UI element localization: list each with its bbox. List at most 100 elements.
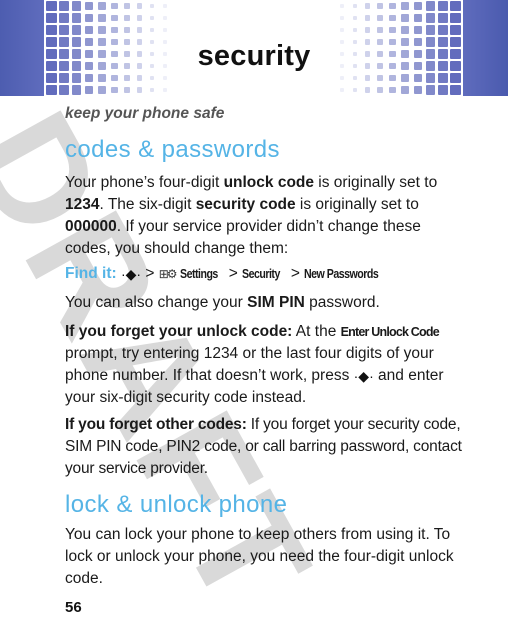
banner-pattern-square [425, 85, 436, 95]
banner-pattern-square [162, 4, 167, 8]
page-header-banner: security [0, 0, 508, 96]
banner-pattern-square [352, 3, 358, 9]
banner-pattern-square [389, 2, 397, 10]
banner-pattern-square [377, 74, 384, 82]
banner-pattern-square [438, 73, 448, 83]
banner-pattern-square [340, 76, 345, 80]
banner-pattern-square [413, 85, 423, 95]
banner-pattern-square [71, 25, 82, 35]
banner-pattern-square [71, 1, 82, 11]
banner-pattern-square [438, 1, 448, 11]
prompt-enter-unlock-code: Enter Unlock Code [340, 325, 440, 339]
banner-pattern-square [438, 85, 448, 95]
banner-pattern-square [136, 27, 143, 33]
banner-pattern-square [377, 86, 384, 94]
menu-path-security: Security [242, 267, 280, 281]
banner-pattern-square [377, 26, 384, 34]
banner-pattern-square [377, 14, 384, 22]
menu-path-settings: Settings [179, 267, 218, 281]
banner-pattern-square [71, 13, 82, 23]
banner-pattern-square [340, 28, 345, 32]
banner-pattern-square [401, 26, 410, 34]
text: Your phone’s four-digit [65, 174, 224, 191]
banner-pattern-square [425, 13, 436, 23]
banner-pattern-square [352, 87, 358, 93]
banner-pattern-square [340, 4, 345, 8]
banner-pattern-square [340, 88, 345, 92]
banner-pattern-square [71, 73, 82, 83]
banner-pattern-square [340, 16, 345, 20]
text: is originally set to [314, 174, 438, 191]
text: At the [292, 323, 341, 340]
value-unlock-default: 1234 [65, 196, 100, 213]
text: is originally set to [295, 196, 419, 213]
banner-pattern-square [84, 25, 94, 35]
text: . If your service provider didn’t change… [65, 218, 421, 257]
banner-pattern-square [364, 27, 371, 33]
term-security-code: security code [195, 196, 296, 213]
banner-pattern-square [46, 24, 57, 36]
banner-pattern-square [364, 87, 371, 93]
banner-pattern-square [364, 15, 371, 21]
banner-pattern-square [425, 73, 436, 83]
banner-pattern-square [162, 88, 167, 92]
banner-pattern-square [389, 14, 397, 22]
banner-pattern-square [110, 74, 118, 82]
text: password. [304, 294, 380, 311]
banner-pattern-square [413, 25, 423, 35]
banner-pattern-square [450, 84, 461, 96]
banner-pattern-square [401, 2, 410, 10]
banner-pattern-square [136, 15, 143, 21]
banner-pattern-square [123, 26, 130, 34]
banner-pattern-square [136, 87, 143, 93]
banner-pattern-square [450, 24, 461, 36]
banner-pattern-square [110, 14, 118, 22]
banner-pattern-square [377, 2, 384, 10]
page-number: 56 [65, 599, 82, 616]
text: You can also change your [65, 294, 248, 311]
banner-pattern-square [46, 12, 57, 24]
banner-pattern-square [162, 28, 167, 32]
banner-pattern-square [46, 84, 57, 96]
intro-paragraph: Your phone’s four-digit unlock code is o… [65, 172, 445, 260]
page-title: security [197, 40, 311, 72]
banner-pattern-square [123, 86, 130, 94]
banner-pattern-square [149, 15, 155, 21]
banner-pattern-square [149, 75, 155, 81]
banner-pattern-square [97, 14, 106, 22]
path-separator: > [228, 265, 238, 282]
banner-pattern-square [162, 16, 167, 20]
forget-other-paragraph: If you forget other codes: If you forget… [65, 414, 465, 480]
banner-pattern-square [84, 1, 94, 11]
banner-pattern-square [352, 27, 358, 33]
find-it-path: Find it: ·◆· > ⊞⚙ Settings > Security > … [65, 263, 485, 285]
banner-pattern-square [401, 74, 410, 82]
banner-pattern-square [352, 15, 358, 21]
banner-pattern-square [149, 27, 155, 33]
banner-pattern-square [59, 85, 69, 95]
banner-pattern-square [59, 73, 69, 83]
banner-pattern-square [110, 2, 118, 10]
path-separator: > [145, 265, 155, 282]
menu-path-new-passwords: New Passwords [304, 267, 379, 281]
banner-pattern-square [59, 13, 69, 23]
banner-pattern-square [123, 74, 130, 82]
banner-pattern-square [110, 86, 118, 94]
sim-pin-paragraph: You can also change your SIM PIN passwor… [65, 292, 445, 314]
section-heading-lock: lock & unlock phone [65, 491, 288, 518]
banner-pattern-square [162, 76, 167, 80]
banner-pattern-square [401, 14, 410, 22]
banner-pattern-square [389, 74, 397, 82]
banner-pattern-square [450, 0, 461, 12]
term-sim-pin: SIM PIN [247, 294, 305, 311]
banner-pattern-square [413, 1, 423, 11]
banner-pattern-square [401, 86, 410, 94]
path-separator: > [290, 265, 300, 282]
value-security-default: 000000 [65, 218, 117, 235]
term-unlock-code: unlock code [223, 174, 314, 191]
forget-unlock-paragraph: If you forget your unlock code: At the E… [65, 321, 450, 409]
banner-pattern-square [59, 1, 69, 11]
banner-pattern-square [110, 26, 118, 34]
settings-icon: ⊞⚙ [158, 267, 178, 281]
banner-pattern-square [123, 14, 130, 22]
